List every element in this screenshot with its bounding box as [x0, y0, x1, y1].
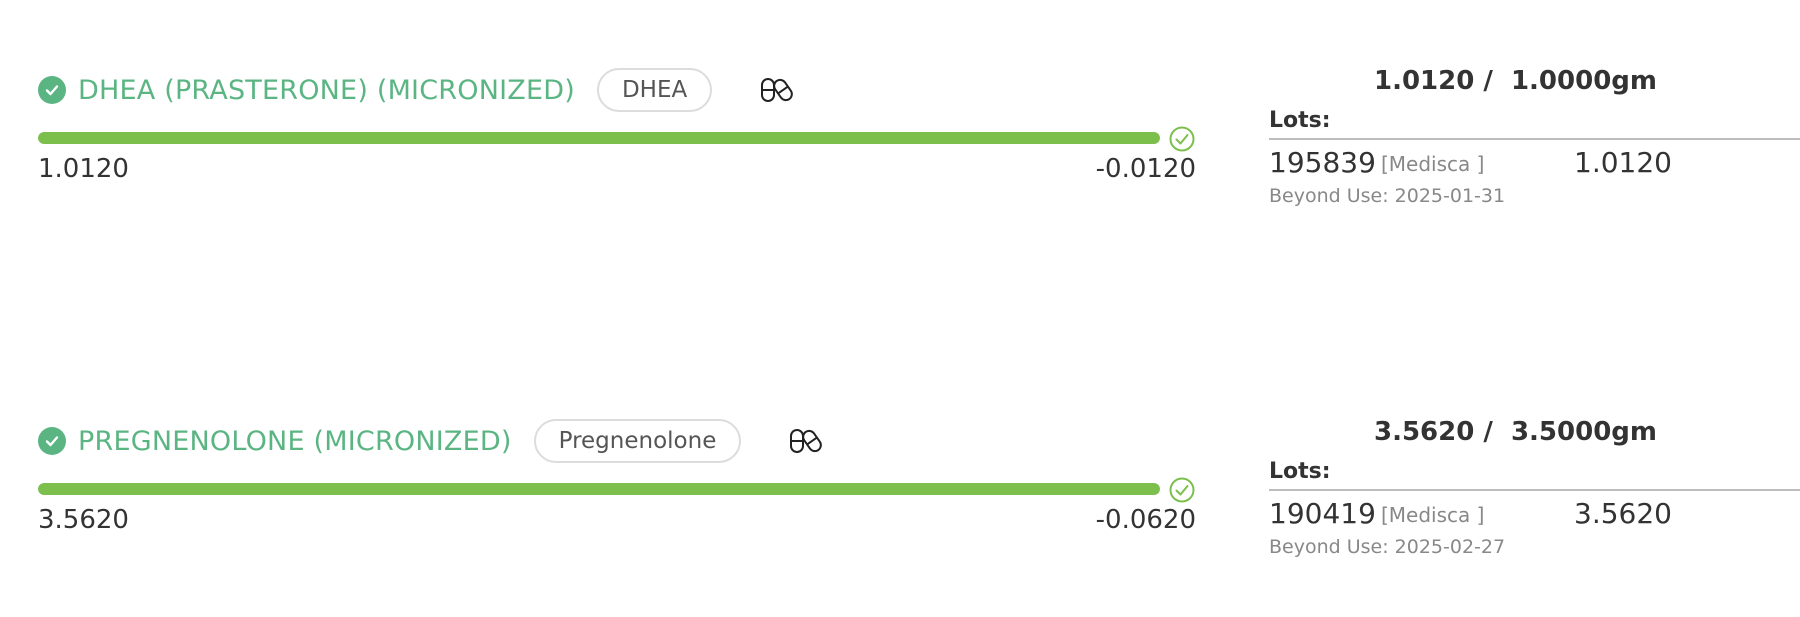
- ingredient-name: PREGNENOLONE (MICRONIZED): [78, 425, 512, 457]
- progress-bar: [38, 483, 1160, 495]
- beyond-use-date: Beyond Use: 2025-01-31: [1269, 185, 1506, 207]
- check-circle-icon: [38, 76, 66, 104]
- beyond-use-date: Beyond Use: 2025-02-27: [1269, 536, 1506, 558]
- capsules-icon[interactable]: [760, 75, 794, 105]
- ingredient-name: DHEA (PRASTERONE) (MICRONIZED): [78, 74, 575, 106]
- lot-vendor: [Medisca ]: [1381, 152, 1485, 176]
- lot-quantity: 3.5620: [1574, 497, 1672, 530]
- remaining-amount: -0.0620: [1095, 505, 1196, 535]
- weight-ratio: 3.5620 / 3.5000gm: [1373, 417, 1658, 447]
- progress-bar-fill: [38, 483, 1160, 495]
- lots-divider: [1269, 138, 1800, 140]
- lot-number: 195839: [1269, 146, 1376, 179]
- lots-divider: [1269, 489, 1800, 491]
- ingredient-main: DHEA (PRASTERONE) (MICRONIZED) DHEA 1.01…: [38, 66, 1208, 266]
- lot-panel: 1.0120 / 1.0000gm Lots: 195839 [Medisca …: [1269, 66, 1800, 266]
- remaining-amount: -0.0120: [1095, 154, 1196, 184]
- ingredient-tag-chip[interactable]: DHEA: [596, 68, 713, 112]
- lots-label: Lots:: [1269, 108, 1331, 133]
- capsules-icon[interactable]: [789, 426, 823, 456]
- weight-ratio: 1.0120 / 1.0000gm: [1373, 66, 1658, 96]
- lots-label: Lots:: [1269, 459, 1331, 484]
- ingredient-main: PREGNENOLONE (MICRONIZED) Pregnenolone 3…: [38, 417, 1208, 617]
- ingredient-row: PREGNENOLONE (MICRONIZED) Pregnenolone 3…: [0, 417, 1800, 617]
- measured-amount: 3.5620: [38, 505, 129, 535]
- ingredient-tag-chip[interactable]: Pregnenolone: [533, 419, 742, 463]
- check-outline-icon: [1168, 125, 1196, 153]
- check-outline-icon: [1168, 476, 1196, 504]
- ingredient-title-line: PREGNENOLONE (MICRONIZED) Pregnenolone: [38, 417, 823, 465]
- progress-bar: [38, 132, 1160, 144]
- lot-number: 190419: [1269, 497, 1376, 530]
- progress-bar-fill: [38, 132, 1160, 144]
- lot-panel: 3.5620 / 3.5000gm Lots: 190419 [Medisca …: [1269, 417, 1800, 617]
- measured-amount: 1.0120: [38, 154, 129, 184]
- check-circle-icon: [38, 427, 66, 455]
- lot-vendor: [Medisca ]: [1381, 503, 1485, 527]
- lot-quantity: 1.0120: [1574, 146, 1672, 179]
- ingredient-title-line: DHEA (PRASTERONE) (MICRONIZED) DHEA: [38, 66, 794, 114]
- ingredient-row: DHEA (PRASTERONE) (MICRONIZED) DHEA 1.01…: [0, 66, 1800, 266]
